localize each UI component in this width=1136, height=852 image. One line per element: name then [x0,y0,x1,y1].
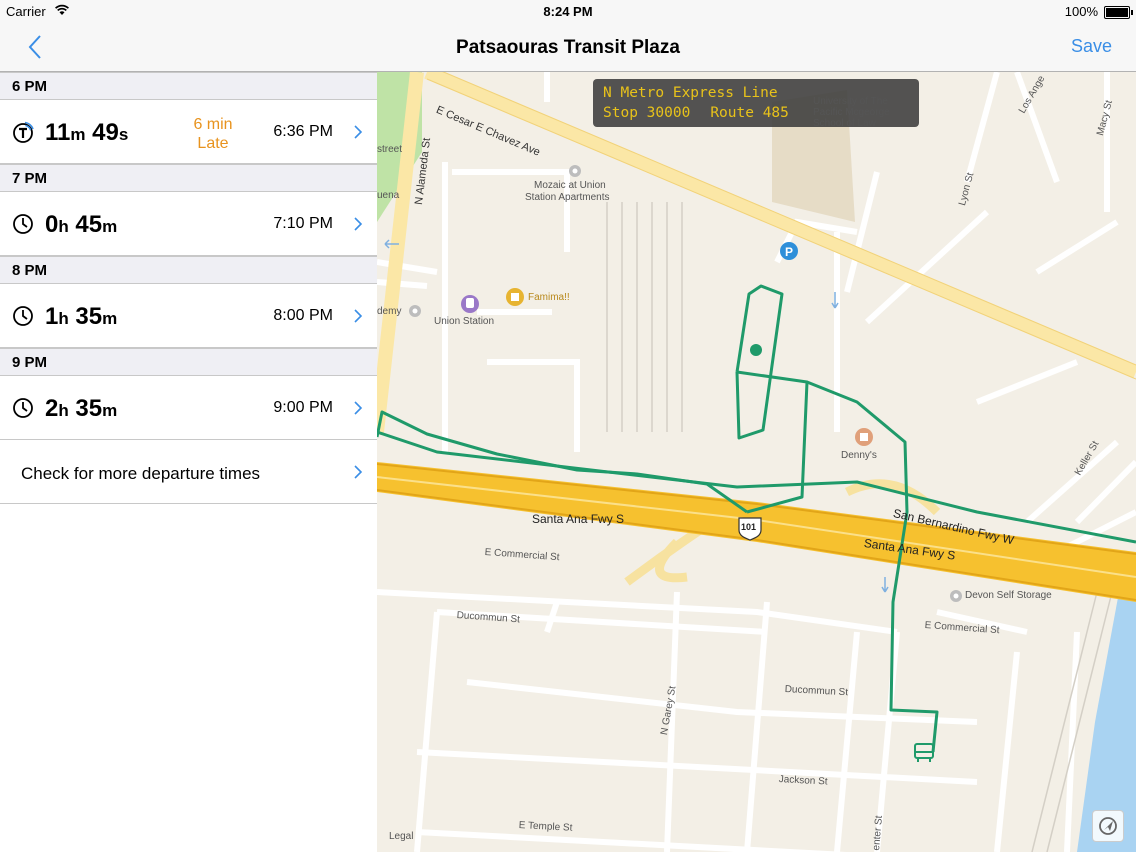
departures-list: 6 PM 11m 49s 6 min Late 6:36 PM 7 PM 0h 4… [0,72,378,852]
chevron-right-icon [354,217,363,231]
page-title: Patsaouras Transit Plaza [456,37,680,58]
section-header-6pm: 6 PM [0,72,377,100]
departure-time: 9:00 PM [273,399,333,416]
countdown: 11m 49s [45,119,129,146]
clock-icon [13,306,33,326]
more-departures-label: Check for more departure times [21,464,261,483]
departure-time: 8:00 PM [273,307,333,324]
clock-icon [13,214,33,234]
chevron-right-icon [354,125,363,139]
map-label-devon: Devon Self Storage [965,590,1052,601]
map-label-union-station: Union Station [434,316,495,327]
map-base: P [377,72,1136,852]
map-label-101: 101 [741,522,757,532]
late-status: 6 min Late [193,116,233,152]
map-label-university-3: School of Law [813,118,876,129]
status-bar: Carrier 8:24 PM 100% [0,0,1136,24]
departure-time: 7:10 PM [273,215,333,232]
map-label-university-1: University of The [813,96,888,107]
departure-row[interactable]: 1h 35m 8:00 PM [0,284,377,348]
countdown: 2h 35m [45,395,118,422]
stop-id: Stop 30000 [603,105,691,121]
route-id: Route 485 [710,105,789,121]
map-label-santa-ana-1: Santa Ana Fwy S [532,512,625,526]
more-departures-row[interactable]: Check for more departure times [0,440,377,504]
svg-text:P: P [785,245,793,259]
countdown: 0h 45m [45,211,118,238]
chevron-right-icon [354,401,363,415]
battery-percent: 100% [1064,4,1098,19]
clock-icon [13,398,33,418]
status-time: 8:24 PM [543,4,593,19]
map-label-demy: demy [377,306,402,317]
save-button[interactable]: Save [1071,36,1112,57]
map-label-mozaic-1: Mozaic at Union [534,180,606,191]
map-label-famima: Famima!! [528,292,570,303]
section-header-7pm: 7 PM [0,164,377,192]
route-map[interactable]: P N Metro Express Line Stop 30000 Route 4… [377,72,1136,852]
chevron-right-icon [354,465,363,479]
location-tracking-icon[interactable] [1092,810,1124,842]
departure-row[interactable]: 2h 35m 9:00 PM [0,376,377,440]
map-legal-link[interactable]: Legal [389,831,413,842]
departure-row[interactable]: 0h 45m 7:10 PM [0,192,377,256]
route-line-name: N Metro Express Line [603,85,778,101]
battery-icon [1104,6,1133,19]
map-label-street: street [377,144,403,155]
map-label-mozaic-2: Station Apartments [525,192,610,203]
departure-row[interactable]: 11m 49s 6 min Late 6:36 PM [0,100,377,164]
countdown: 1h 35m [45,303,118,330]
map-label-juena: uena [377,190,400,201]
navigation-bar: Patsaouras Transit Plaza Save [0,24,1136,72]
section-header-8pm: 8 PM [0,256,377,284]
chevron-right-icon [354,309,363,323]
section-header-9pm: 9 PM [0,348,377,376]
departure-time: 6:36 PM [273,123,333,140]
map-label-dennys: Denny's [841,450,877,461]
realtime-transit-icon [13,121,34,143]
map-label-university-2: Pacific Mcgeorge [813,107,890,118]
